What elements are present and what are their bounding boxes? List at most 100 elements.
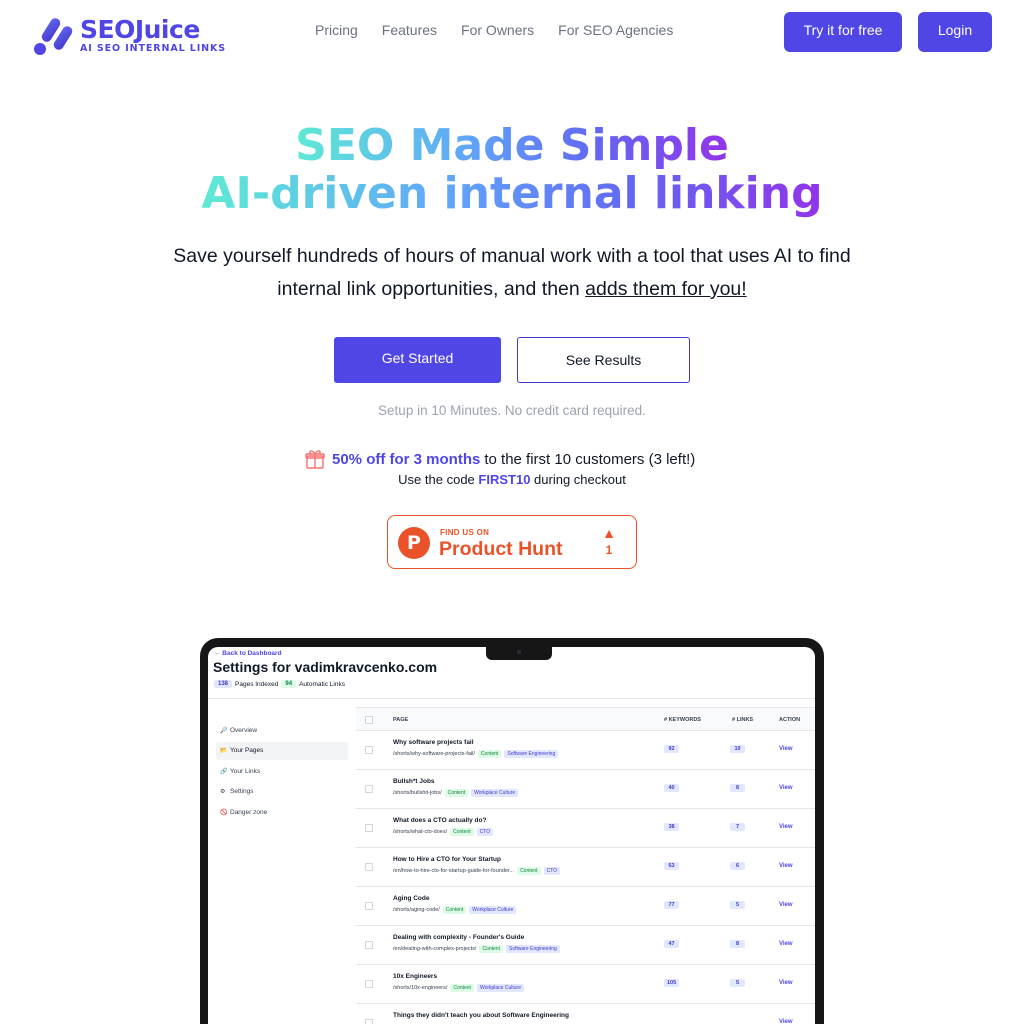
row-keywords: 105 bbox=[664, 979, 680, 987]
row-links: 7 bbox=[730, 823, 745, 831]
back-to-dashboard-link: ← Back to Dashboard bbox=[214, 650, 282, 657]
dashboard-screenshot: ← Back to Dashboard Settings for vadimkr… bbox=[208, 647, 815, 1024]
brand-logo[interactable]: SEOJuice AI SEO INTERNAL LINKS bbox=[32, 15, 226, 57]
see-results-button[interactable]: See Results bbox=[517, 337, 690, 383]
column-page: PAGE bbox=[393, 717, 409, 723]
row-tag-content: Content bbox=[442, 906, 467, 914]
table-row: Things they didn't teach you about Softw… bbox=[356, 1004, 815, 1024]
row-tag-content: Content bbox=[450, 984, 474, 992]
search-icon: 🔎 bbox=[220, 727, 228, 734]
column-keywords: # KEYWORDS bbox=[664, 717, 701, 723]
hero-subtitle: Save yourself hundreds of hours of manua… bbox=[172, 240, 852, 306]
sidebar-item-overview: 🔎 Overview bbox=[216, 721, 348, 739]
nav-for-owners[interactable]: For Owners bbox=[461, 22, 534, 38]
promo-code-pre: Use the code bbox=[398, 472, 475, 487]
table-body: Why software projects fail/shorts/why-so… bbox=[356, 731, 815, 1024]
auto-links-count: 94 bbox=[281, 680, 297, 688]
row-checkbox bbox=[365, 863, 373, 871]
row-path: /shorts/bullshit-jobs/ bbox=[393, 790, 442, 796]
row-keywords: 92 bbox=[664, 745, 679, 753]
dashboard-stats: 138 Pages Indexed 94 Automatic Links bbox=[214, 680, 345, 688]
nav-pricing[interactable]: Pricing bbox=[315, 22, 358, 38]
row-checkbox bbox=[365, 785, 373, 793]
row-tag-category: Workplace Culture bbox=[469, 906, 517, 914]
sidebar-item-label: Settings bbox=[230, 788, 254, 795]
row-title: Dealing with complexity - Founder's Guid… bbox=[393, 934, 525, 941]
row-path: /shorts/what-cto-does/ bbox=[393, 829, 448, 835]
row-path-line: /shorts/bullshit-jobs/Content Workplace C… bbox=[393, 789, 519, 797]
row-path: /shorts/10x-engineers/ bbox=[393, 985, 448, 991]
product-hunt-icon: P bbox=[398, 527, 430, 559]
table-row: Dealing with complexity - Founder's Guid… bbox=[356, 926, 815, 965]
promo-rest: to the first 10 customers (3 left!) bbox=[484, 450, 696, 468]
row-title: 10x Engineers bbox=[393, 973, 438, 980]
row-links: 6 bbox=[730, 862, 745, 870]
row-view-link: View bbox=[779, 863, 793, 869]
row-keywords: 63 bbox=[664, 862, 679, 870]
product-hunt-badge[interactable]: P FIND US ON Product Hunt ▲ 1 bbox=[387, 515, 637, 569]
sidebar-item-label: Your Pages bbox=[230, 747, 264, 754]
login-button[interactable]: Login bbox=[918, 12, 992, 52]
nav-for-seo-agencies[interactable]: For SEO Agencies bbox=[558, 22, 673, 38]
column-links: # LINKS bbox=[732, 717, 754, 723]
promo-code-post: during checkout bbox=[534, 472, 626, 487]
promo-code: FIRST10 bbox=[478, 472, 531, 487]
row-checkbox bbox=[365, 941, 373, 949]
sidebar-item-label: Overview bbox=[230, 726, 258, 734]
row-tag-category: Software Engineering bbox=[505, 945, 560, 953]
folder-icon: 📂 bbox=[220, 748, 228, 754]
hero-title-line-2: AI-driven internal linking bbox=[201, 168, 823, 219]
row-keywords: 77 bbox=[664, 901, 679, 909]
row-path-line: /shorts/what-cto-does/Content CTO bbox=[393, 828, 494, 836]
row-path: /en/how-to-hire-cto-for-startup-guide-fo… bbox=[393, 868, 515, 874]
row-keywords: 40 bbox=[664, 784, 679, 792]
auto-links-label: Automatic Links bbox=[299, 680, 345, 688]
row-view-link: View bbox=[779, 902, 793, 908]
get-started-button[interactable]: Get Started bbox=[334, 337, 501, 383]
sidebar-item-your-links: 🔗 Your Links bbox=[216, 762, 348, 780]
product-hunt-small-text: FIND US ON bbox=[440, 528, 490, 537]
laptop-mockup: ← Back to Dashboard Settings for vadimkr… bbox=[200, 638, 824, 1024]
pages-indexed-count: 138 bbox=[214, 680, 233, 688]
prohibited-icon: 🚫 bbox=[220, 809, 228, 816]
column-action: ACTION bbox=[779, 717, 801, 723]
row-checkbox bbox=[365, 1019, 373, 1024]
link-icon: 🔗 bbox=[220, 768, 228, 775]
sidebar-item-your-pages: 📂 Your Pages bbox=[216, 741, 348, 760]
row-path-line: /shorts/aging-code/Content Workplace Cult… bbox=[393, 906, 517, 914]
row-checkbox bbox=[365, 746, 373, 754]
table-row: How to Hire a CTO for Your Startup/en/ho… bbox=[356, 848, 815, 887]
row-title: Bullsh*t Jobs bbox=[393, 778, 435, 785]
row-tag-category: Workplace Culture bbox=[471, 789, 519, 797]
table-row: Bullsh*t Jobs/shorts/bullshit-jobs/Conte… bbox=[356, 770, 815, 809]
row-view-link: View bbox=[779, 1019, 793, 1024]
gear-icon: ⚙ bbox=[220, 789, 226, 795]
row-tag-content: Content bbox=[450, 828, 474, 836]
pages-indexed-label: Pages Indexed bbox=[235, 680, 279, 688]
try-free-button[interactable]: Try it for free bbox=[784, 12, 902, 52]
row-keywords: 47 bbox=[664, 940, 679, 948]
adds-them-link[interactable]: adds them for you! bbox=[585, 278, 747, 300]
product-hunt-name: Product Hunt bbox=[439, 538, 563, 560]
row-tag-category: CTO bbox=[543, 867, 561, 875]
promo-offer: 50% off for 3 months to the first 10 cus… bbox=[304, 449, 695, 469]
laptop-notch bbox=[486, 647, 552, 660]
nav-features[interactable]: Features bbox=[382, 22, 437, 38]
sidebar-item-danger-zone: 🚫 Danger zone bbox=[216, 803, 348, 821]
table-header: PAGE # KEYWORDS # LINKS ACTION bbox=[356, 707, 815, 731]
hero-title: SEO Made Simple AI-driven internal linki… bbox=[0, 122, 1024, 218]
row-checkbox bbox=[365, 824, 373, 832]
brand-tagline: AI SEO INTERNAL LINKS bbox=[80, 43, 226, 54]
table-row: Aging Code/shorts/aging-code/Content Work… bbox=[356, 887, 815, 926]
row-keywords: 38 bbox=[664, 823, 679, 831]
row-view-link: View bbox=[779, 980, 793, 986]
row-title: How to Hire a CTO for Your Startup bbox=[393, 856, 501, 863]
row-links: 5 bbox=[730, 901, 745, 909]
table-row: What does a CTO actually do? /shorts/what… bbox=[356, 809, 815, 848]
nav-links: Pricing Features For Owners For SEO Agen… bbox=[315, 22, 673, 38]
sidebar-item-settings: ⚙ Settings bbox=[216, 783, 348, 801]
seojuice-logo-icon bbox=[34, 18, 73, 55]
row-title: Things they didn't teach you about Softw… bbox=[393, 1012, 569, 1019]
hero-subtitle-text: Save yourself hundreds of hours of manua… bbox=[173, 245, 851, 300]
top-nav: SEOJuice AI SEO INTERNAL LINKS Pricing F… bbox=[0, 0, 1024, 72]
